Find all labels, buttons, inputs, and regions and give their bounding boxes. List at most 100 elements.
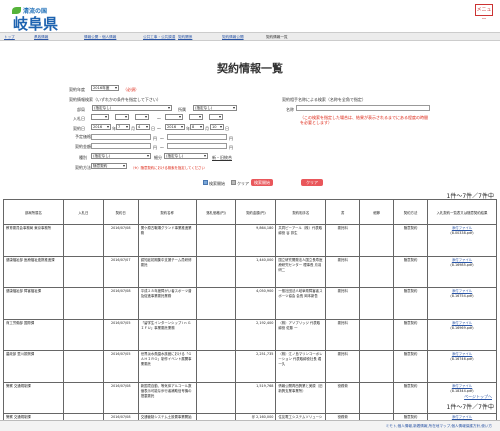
section-label: 所属 (178, 107, 186, 112)
cell-bid (62, 350, 104, 383)
clear-image-icon[interactable] (231, 180, 236, 185)
method-select[interactable]: 随意契約 (91, 163, 127, 169)
cell-dept: 教育委員会事務局 東京事務所 (3, 224, 64, 257)
search-button[interactable]: 検索開始 (251, 179, 273, 186)
terms-link[interactable]: 新・旧統合 (212, 155, 232, 161)
method-label: 契約方法 (75, 165, 91, 170)
bid-from-day[interactable] (135, 114, 149, 120)
tilde-text: ～ (157, 116, 161, 121)
cell-method: 随意契約 (393, 350, 429, 383)
page-top-link[interactable]: ページトップへ (464, 394, 492, 400)
footer-links[interactable]: ミモト,個人情報,新着情報,所在地マップ,個人情報保護方針,使い方 (386, 424, 492, 429)
cell-attachment: 添付ファイル (8.16969.pdf) (427, 318, 497, 351)
year-select[interactable]: 2016年度 (91, 85, 119, 91)
subtype-label: 細分 (154, 155, 162, 160)
date-to-year[interactable]: 2016 (165, 124, 185, 130)
breadcrumb-item[interactable]: 公共工事・公共調達 (143, 35, 175, 40)
site-logo[interactable]: 清流の国 岐阜県 (6, 3, 66, 33)
cell-method: 随意契約 (393, 381, 429, 414)
yen-unit: 円 (229, 136, 233, 141)
results-table: 部局所属名 入札日 契約日 契約名称 落札価格(円) 契約金額(円) 契約相手名… (3, 199, 497, 431)
attachment-link[interactable]: 添付ファイル (452, 226, 472, 230)
search-image-label: 検索開始 (209, 181, 225, 186)
cell-date: 2016/07/05 (102, 350, 139, 383)
table-row: 警察 交通規制課 2016/07/08 新国境自動、等気体アルコール数値表示可能な歩… (3, 381, 497, 414)
attachment-link[interactable]: 添付ファイル (452, 321, 472, 325)
attachment-link[interactable]: 添付ファイル (452, 415, 472, 419)
bid-to-month[interactable] (189, 114, 203, 120)
breadcrumb-item[interactable]: 情報公開・個人情報 (84, 35, 116, 40)
search-image-icon[interactable] (203, 180, 208, 185)
name-input[interactable] (296, 105, 430, 111)
day-unit: 日 (225, 126, 229, 131)
table-row: 健康福祉部 医療福祉連携推進課 2016/07/07 認知症初期集中支援チーム員研修… (3, 255, 497, 288)
cell-party: （株）アソブリッジ 代表取締役 佐藤 一 (275, 318, 327, 351)
day-unit: 日 (151, 126, 155, 131)
dept-label: 部局 (77, 107, 85, 112)
date-from-day[interactable]: 4 (136, 124, 150, 130)
col-header: 契約方法 (393, 199, 429, 225)
date-to-day[interactable]: 10 (210, 124, 224, 130)
attachment-size: (8.00338.pdf) (450, 231, 474, 235)
condition-label: 契約情報検索（いずれかの条件を指定して下さい） (69, 97, 161, 102)
breadcrumb-item[interactable]: 県政情報 (34, 35, 48, 40)
cell-price (195, 381, 237, 414)
planned-price-label: 予定価格 (75, 134, 91, 139)
cell-party: （株）江ノ島マリンコーポレーション 代表取締役社長 堀 一久 (275, 350, 327, 383)
menu-button[interactable]: メニュー (475, 4, 493, 23)
price-from-input[interactable] (91, 134, 151, 140)
bid-to-year[interactable] (165, 114, 183, 120)
date-from-month[interactable]: 7 (116, 124, 130, 130)
col-header: 書 (325, 199, 361, 225)
col-header: 契約名称 (137, 199, 197, 225)
table-row: 農政部 里川振興課 2016/07/05 世界淡水魚園水族館における「ＧＡＨＩＲＯ」… (3, 350, 497, 383)
cell-attachment: 添付ファイル (8.16746.pdf) (427, 350, 497, 383)
attachment-link[interactable]: 添付ファイル (452, 384, 472, 388)
bid-to-day[interactable] (209, 114, 223, 120)
price-to-input[interactable] (167, 134, 227, 140)
amount-from-input[interactable] (91, 143, 151, 149)
type-label: 種別 (79, 155, 87, 160)
col-header: 入札日 (62, 199, 104, 225)
cell-sub (359, 381, 395, 414)
attachment-link[interactable]: 添付ファイル (452, 289, 472, 293)
dept-select[interactable]: (指定なし) (92, 105, 172, 111)
cell-name: 世界淡水魚園水族館における「ＧＡＨＩＲＯ」制作イベント展開事業委託 (137, 350, 197, 383)
breadcrumb-item[interactable]: 契約関係 (178, 35, 192, 40)
cell-dept: 商工労働部 国際課 (3, 318, 64, 351)
cell-cat: 委託料 (325, 318, 361, 351)
cell-name: 新国境自動、等気体アルコール数値表示可能な歩行者補助信号機の搭載委託 (137, 381, 197, 414)
attachment-link[interactable]: 添付ファイル (452, 258, 472, 262)
month-unit: 月 (205, 126, 209, 131)
yen-unit: 円 (153, 136, 157, 141)
cell-price (195, 287, 237, 320)
name-search-note: （この検索を指定した場合は、結果が表示されるまでにある程度の時間を必要とします） (300, 115, 428, 125)
cell-name: 関ケ原古戦場グランド事業推進業務 (137, 224, 197, 257)
site-footer: ミモト,個人情報,新着情報,所在地マップ,個人情報保護方針,使い方 (0, 420, 500, 431)
cell-party: 国立研究開発法人国立長寿医療研究センター 理事長 鳥羽研二 (275, 255, 327, 288)
contract-date-label: 契約日 (73, 126, 85, 131)
cell-sub (359, 318, 395, 351)
cell-cat: 委託料 (325, 255, 361, 288)
breadcrumb-item[interactable]: 契約情報公開 (222, 35, 244, 40)
breadcrumb-item[interactable]: トップ (4, 35, 15, 40)
subtype-select[interactable]: (指定なし) (164, 153, 208, 159)
type-select[interactable]: (指定なし) (91, 153, 151, 159)
cell-price (195, 255, 237, 288)
clear-button[interactable]: クリア (301, 179, 323, 186)
month-unit: 月 (131, 126, 135, 131)
attachment-link[interactable]: 添付ファイル (452, 352, 472, 356)
cell-amount: 1,440,000 (235, 255, 277, 288)
bid-from-year[interactable] (91, 114, 109, 120)
table-header-row: 部局所属名 入札日 契約日 契約名称 落札価格(円) 契約金額(円) 契約相手名… (3, 199, 497, 225)
cell-date: 2016/07/07 (102, 255, 139, 288)
cell-dept: 警察 交通規制課 (3, 381, 64, 414)
col-header: 細節 (359, 199, 395, 225)
section-select[interactable]: (指定なし) (193, 105, 237, 111)
date-from-year[interactable]: 2016 (91, 124, 111, 130)
bid-from-month[interactable] (115, 114, 129, 120)
clear-image-label: クリア (237, 181, 249, 186)
date-to-month[interactable]: 8 (190, 124, 204, 130)
amount-to-input[interactable] (167, 143, 227, 149)
cell-date: 2016/07/08 (102, 224, 139, 257)
